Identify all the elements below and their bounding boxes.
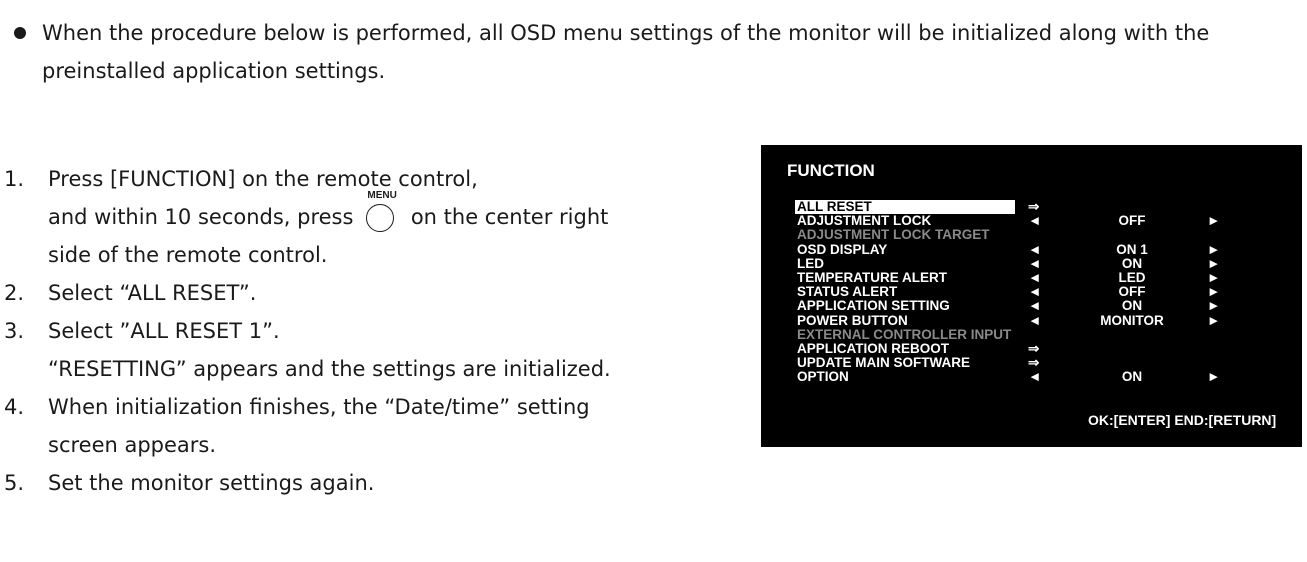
osd-menu-item-value: MONITOR: [1100, 312, 1164, 328]
submenu-arrow-icon: ⇒: [1028, 340, 1040, 356]
menu-button-icon: MENU: [364, 190, 400, 232]
osd-menu-item-value: LED: [1118, 269, 1146, 285]
left-arrow-icon: ◄: [1028, 255, 1042, 271]
intro-text: When the procedure below is performed, a…: [42, 21, 1210, 83]
osd-menu-item-value: ON: [1121, 369, 1143, 385]
submenu-arrow-icon: ⇒: [1028, 355, 1040, 371]
osd-menu-item[interactable]: UPDATE MAIN SOFTWARE ⇒: [797, 355, 1297, 371]
step-3: 3. Select ”ALL RESET 1”. “RESETTING” app…: [0, 312, 760, 388]
procedure-steps: 1. Press [FUNCTION] on the remote contro…: [0, 160, 760, 502]
left-arrow-icon: ◄: [1028, 284, 1042, 300]
osd-menu-item[interactable]: TEMPERATURE ALERT ◄ LED ►: [797, 269, 1297, 285]
osd-menu-item-label: OPTION: [797, 369, 849, 385]
osd-menu-item[interactable]: LED ◄ ON ►: [797, 255, 1297, 271]
osd-menu-item-label: ADJUSTMENT LOCK: [797, 213, 932, 229]
left-arrow-icon: ◄: [1028, 298, 1042, 314]
osd-menu-item[interactable]: STATUS ALERT ◄ OFF ►: [797, 284, 1297, 300]
osd-menu-item-label: POWER BUTTON: [797, 312, 908, 328]
right-arrow-icon: ►: [1207, 241, 1221, 257]
osd-menu-item[interactable]: OPTION ◄ ON ►: [797, 370, 1297, 384]
osd-menu-item: ADJUSTMENT LOCK TARGET: [797, 228, 1297, 242]
osd-menu-list: ALL RESET ⇒ ADJUSTMENT LOCK ◄ OFF ► ADJUSTMENT…: [795, 199, 1297, 384]
step-number: 5.: [4, 471, 25, 495]
osd-menu-item[interactable]: OSD DISPLAY ◄ ON 1 ►: [797, 241, 1297, 257]
step-4: 4. When initialization finishes, the “Da…: [0, 388, 760, 464]
right-arrow-icon: ►: [1207, 213, 1221, 229]
right-arrow-icon: ►: [1207, 312, 1221, 328]
osd-menu-item-label: LED: [797, 255, 824, 271]
step-3-line-2: “RESETTING” appears and the settings are…: [48, 357, 611, 381]
osd-menu-item-label: TEMPERATURE ALERT: [797, 269, 947, 285]
osd-menu-item-label: OSD DISPLAY: [797, 241, 888, 257]
osd-menu-item[interactable]: APPLICATION REBOOT ⇒: [797, 340, 1297, 356]
step-number: 2.: [4, 281, 25, 305]
right-arrow-icon: ►: [1207, 298, 1221, 314]
right-arrow-icon: ►: [1207, 369, 1221, 385]
submenu-arrow-icon: ⇒: [1028, 199, 1040, 214]
osd-menu-item-label: UPDATE MAIN SOFTWARE: [797, 355, 970, 371]
step-2-text: Select “ALL RESET”.: [48, 281, 257, 305]
intro-note: When the procedure below is performed, a…: [14, 14, 1304, 90]
osd-menu-item-label: APPLICATION REBOOT: [797, 340, 950, 356]
step-1-line-3: side of the remote control.: [48, 243, 328, 267]
osd-menu-item-value: OFF: [1118, 284, 1146, 300]
osd-title: FUNCTION: [787, 161, 875, 180]
step-4-text: When initialization finishes, the “Date/…: [48, 395, 590, 419]
osd-menu-item-value: OFF: [1118, 213, 1146, 229]
step-number: 1.: [4, 167, 25, 191]
osd-footer-hint: OK:[ENTER] END:[RETURN]: [1088, 412, 1277, 428]
step-2: 2. Select “ALL RESET”.: [0, 274, 760, 312]
step-1-line-2a: and within 10 seconds, press: [48, 205, 354, 229]
osd-menu-item[interactable]: POWER BUTTON ◄ MONITOR ►: [797, 312, 1297, 328]
osd-menu-item-value: ON: [1121, 298, 1143, 314]
osd-menu-item[interactable]: ALL RESET ⇒: [795, 199, 1297, 215]
right-arrow-icon: ►: [1207, 284, 1221, 300]
left-arrow-icon: ◄: [1028, 213, 1042, 229]
right-arrow-icon: ►: [1207, 255, 1221, 271]
step-4-line-2: screen appears.: [48, 433, 217, 457]
osd-menu-item[interactable]: APPLICATION SETTING ◄ ON ►: [797, 299, 1297, 313]
menu-button-label: MENU: [367, 190, 397, 201]
left-arrow-icon: ◄: [1028, 269, 1042, 285]
osd-function-menu: FUNCTION ALL RESET ⇒ ADJUSTMENT LOCK ◄ OFF ► A…: [761, 145, 1302, 447]
osd-menu-item-label: EXTERNAL CONTROLLER INPUT: [797, 326, 1012, 342]
osd-menu-item-value: ON 1: [1116, 241, 1148, 257]
osd-menu-item: EXTERNAL CONTROLLER INPUT: [797, 326, 1297, 342]
circle-icon: [366, 204, 395, 232]
step-1-line-1: Press [FUNCTION] on the remote control,: [48, 167, 478, 191]
step-number: 4.: [4, 395, 25, 419]
left-arrow-icon: ◄: [1028, 312, 1042, 328]
osd-menu-item-label: ALL RESET: [795, 199, 1015, 215]
osd-menu-item-value: ON: [1121, 255, 1143, 271]
left-arrow-icon: ◄: [1028, 241, 1042, 257]
osd-menu-item-label: STATUS ALERT: [797, 284, 898, 300]
right-arrow-icon: ►: [1207, 269, 1221, 285]
step-1-line-2: and within 10 seconds, press MENU on the…: [48, 190, 760, 236]
left-arrow-icon: ◄: [1028, 369, 1042, 385]
osd-menu-item-label: APPLICATION SETTING: [797, 298, 950, 314]
step-1: 1. Press [FUNCTION] on the remote contro…: [0, 160, 760, 274]
step-3-text: Select ”ALL RESET 1”.: [48, 319, 280, 343]
step-5-text: Set the monitor settings again.: [48, 471, 375, 495]
osd-menu-item[interactable]: ADJUSTMENT LOCK ◄ OFF ►: [797, 213, 1297, 229]
osd-menu-item-label: ADJUSTMENT LOCK TARGET: [797, 227, 990, 243]
step-1-line-2b: on the center right: [410, 205, 609, 229]
step-number: 3.: [4, 319, 25, 343]
step-5: 5. Set the monitor settings again.: [0, 464, 760, 502]
bullet-icon: [14, 27, 26, 39]
